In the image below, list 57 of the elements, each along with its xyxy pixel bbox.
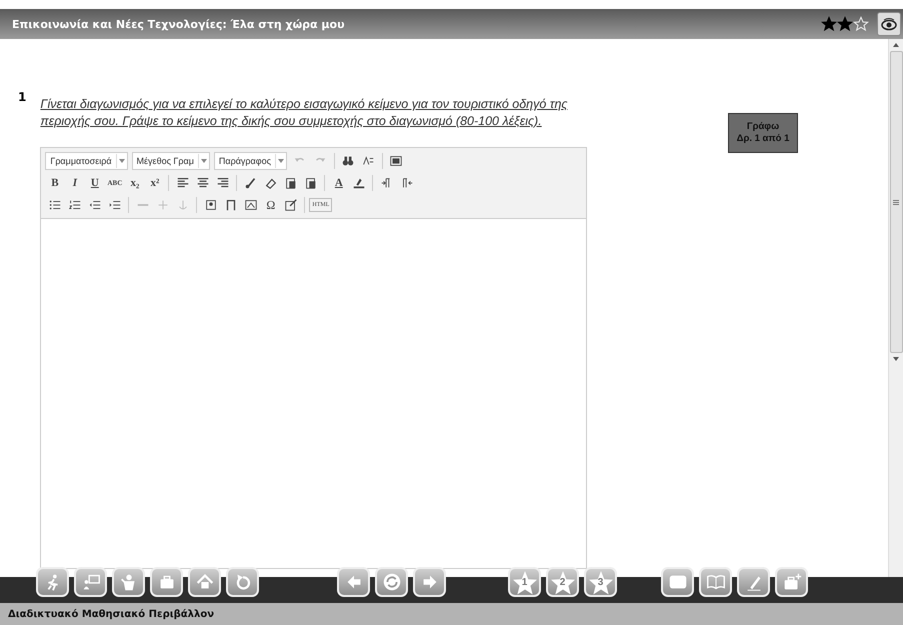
align-left-icon	[176, 176, 190, 190]
dropdown-arrow-icon	[118, 159, 125, 163]
dropdown[interactable]: Γραμματοσειρά	[45, 152, 128, 170]
eye-button[interactable]	[877, 12, 901, 36]
scroll-down-arrow-icon[interactable]	[893, 357, 899, 361]
media-icon	[244, 198, 258, 212]
star-icon	[512, 570, 538, 596]
brush-icon	[244, 176, 258, 190]
refresh-button[interactable]	[375, 567, 408, 597]
eraser-icon	[264, 176, 278, 190]
home-button[interactable]	[188, 567, 221, 597]
reset-button[interactable]	[226, 567, 259, 597]
binoculars-icon	[341, 154, 356, 168]
format-button[interactable]: A	[329, 174, 348, 192]
highlight-icon	[352, 176, 366, 190]
dropdown[interactable]: Μέγεθος Γραμ	[132, 152, 210, 170]
format-button[interactable]: x²	[145, 174, 164, 192]
grip-icon	[893, 200, 899, 204]
align-right-icon	[216, 176, 230, 190]
star-level-button[interactable]: 1	[508, 567, 541, 597]
book-button[interactable]	[699, 567, 732, 597]
left-arrow-button[interactable]	[337, 567, 370, 597]
scroll-up-arrow-icon[interactable]	[893, 43, 899, 47]
format-button[interactable]: Ω	[261, 196, 280, 214]
dropdown-arrow-icon	[200, 159, 207, 163]
bullet-list-icon	[48, 198, 62, 212]
question-number: 1	[18, 90, 26, 106]
star-level-button[interactable]: 3	[584, 567, 617, 597]
status-text: Διαδικτυακό Μαθησιακό Περιβάλλον	[8, 608, 214, 620]
pencil-button[interactable]	[737, 567, 770, 597]
edit-icon	[284, 198, 298, 212]
star-filled-icon	[821, 16, 837, 32]
star-filled-icon	[837, 16, 853, 32]
teacher-board-button[interactable]	[74, 567, 107, 597]
outdent-icon	[88, 198, 102, 212]
toolbox-plus-button[interactable]	[775, 567, 808, 597]
preview-icon	[389, 154, 404, 168]
align-center-icon	[196, 176, 210, 190]
star-level-button[interactable]: 2	[546, 567, 579, 597]
right-arrow-button[interactable]	[413, 567, 446, 597]
scrollbar[interactable]	[888, 39, 903, 577]
runner-button[interactable]	[36, 567, 69, 597]
numbered-list-icon	[68, 198, 82, 212]
question-text: Γίνεται διαγωνισμός για να επιλεγεί το καλύτερο εισαγωγικό κείμενο για τον τουριστικό οδηγό της περιοχής σου. Γράψε το κείμενο της δικής σου συμμετοχής στο διαγωνισμό (80-100 λέξεις).	[40, 96, 568, 130]
dropdown-arrow-icon	[278, 159, 284, 163]
toolbox-button[interactable]	[150, 567, 183, 597]
format-button[interactable]: I	[65, 174, 84, 192]
eye-icon	[880, 16, 898, 32]
indent-icon	[108, 198, 122, 212]
format-button[interactable]: U	[85, 174, 104, 192]
dropdown[interactable]: Παράγραφος	[214, 152, 287, 170]
format-button[interactable]: x₂	[125, 174, 144, 192]
star-icon	[550, 570, 576, 596]
format-button[interactable]: B	[45, 174, 64, 192]
person-button[interactable]	[112, 567, 145, 597]
star-icon	[588, 570, 614, 596]
window-title: Επικοινωνία και Νέες Τεχνολογίες: Έλα στη χώρα μου	[12, 18, 346, 30]
